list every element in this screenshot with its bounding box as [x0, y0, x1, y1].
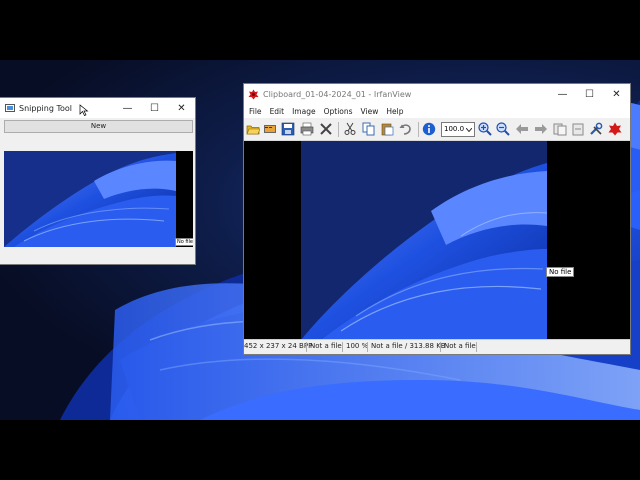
irfanview-titlebar[interactable]: Clipboard_01-04-2024_01 - IrfanView — ☐ … [244, 84, 630, 104]
toolbar: 100.0 [244, 118, 630, 141]
status-bar: 452 x 237 x 24 BPP Not a file 100 % Not … [244, 339, 630, 354]
displayed-image [301, 141, 547, 340]
image-canvas[interactable]: No file [244, 141, 630, 340]
menu-edit[interactable]: Edit [270, 107, 285, 116]
save-icon[interactable] [281, 122, 295, 136]
window-title: Clipboard_01-04-2024_01 - IrfanView [263, 89, 412, 99]
close-button[interactable]: ✕ [603, 84, 630, 104]
menu-help[interactable]: Help [386, 107, 403, 116]
paste-icon[interactable] [380, 122, 394, 136]
zoom-in-icon[interactable] [478, 122, 492, 136]
status-file-size: Not a file / 313.88 KB [371, 342, 446, 350]
menu-image[interactable]: Image [292, 107, 316, 116]
info-icon[interactable] [422, 122, 436, 136]
status-dimensions: 452 x 237 x 24 BPP [244, 342, 313, 350]
status-file-date: Not a file [444, 342, 476, 350]
menu-view[interactable]: View [361, 107, 379, 116]
copy-icon[interactable] [362, 122, 376, 136]
snipping-tool-app-icon [5, 104, 15, 112]
toolbar-separator [338, 122, 339, 137]
no-file-label: No file [175, 238, 193, 246]
snipping-tool-titlebar[interactable]: Snipping Tool — ☐ ✕ [0, 98, 195, 118]
snipping-tool-window: Snipping Tool — ☐ ✕ New No file [0, 98, 195, 264]
preview-image [4, 151, 176, 247]
undo-icon[interactable] [399, 122, 413, 136]
print-icon[interactable] [300, 122, 314, 136]
desktop: Snipping Tool — ☐ ✕ New No file Clipboar… [0, 60, 640, 420]
chevron-down-icon [466, 128, 472, 132]
zoom-value: 100.0 [444, 125, 465, 133]
mouse-cursor-icon [79, 104, 89, 116]
menu-options[interactable]: Options [324, 107, 353, 116]
delete-icon[interactable] [319, 122, 333, 136]
status-zoom: 100 % [346, 342, 369, 350]
irfanview-window: Clipboard_01-04-2024_01 - IrfanView — ☐ … [244, 84, 630, 354]
properties-tools-icon[interactable] [589, 122, 603, 136]
zoom-out-icon[interactable] [496, 122, 510, 136]
minimize-button[interactable]: — [549, 84, 576, 104]
close-button[interactable]: ✕ [168, 98, 195, 118]
open-folder-icon[interactable] [246, 122, 260, 136]
no-file-overlay: No file [546, 267, 575, 277]
move-to-icon[interactable] [571, 122, 585, 136]
zoom-combobox[interactable]: 100.0 [441, 122, 475, 137]
irfanview-app-icon [248, 89, 259, 99]
maximize-button[interactable]: ☐ [576, 84, 603, 104]
thumbnails-icon[interactable] [263, 122, 277, 136]
minimize-button[interactable]: — [114, 98, 141, 118]
new-snip-button[interactable]: New [4, 120, 193, 133]
toolbar-separator [418, 122, 419, 137]
menu-bar: File Edit Image Options View Help [244, 104, 630, 118]
maximize-button[interactable]: ☐ [141, 98, 168, 118]
next-image-icon[interactable] [534, 122, 548, 136]
copy-to-icon[interactable] [553, 122, 567, 136]
previous-image-icon[interactable] [515, 122, 529, 136]
window-title: Snipping Tool [19, 103, 72, 113]
irfanview-logo-icon[interactable] [608, 122, 622, 136]
status-file-index: Not a file [310, 342, 342, 350]
cut-icon[interactable] [343, 122, 357, 136]
menu-file[interactable]: File [249, 107, 262, 116]
snip-preview: No file [4, 151, 193, 247]
